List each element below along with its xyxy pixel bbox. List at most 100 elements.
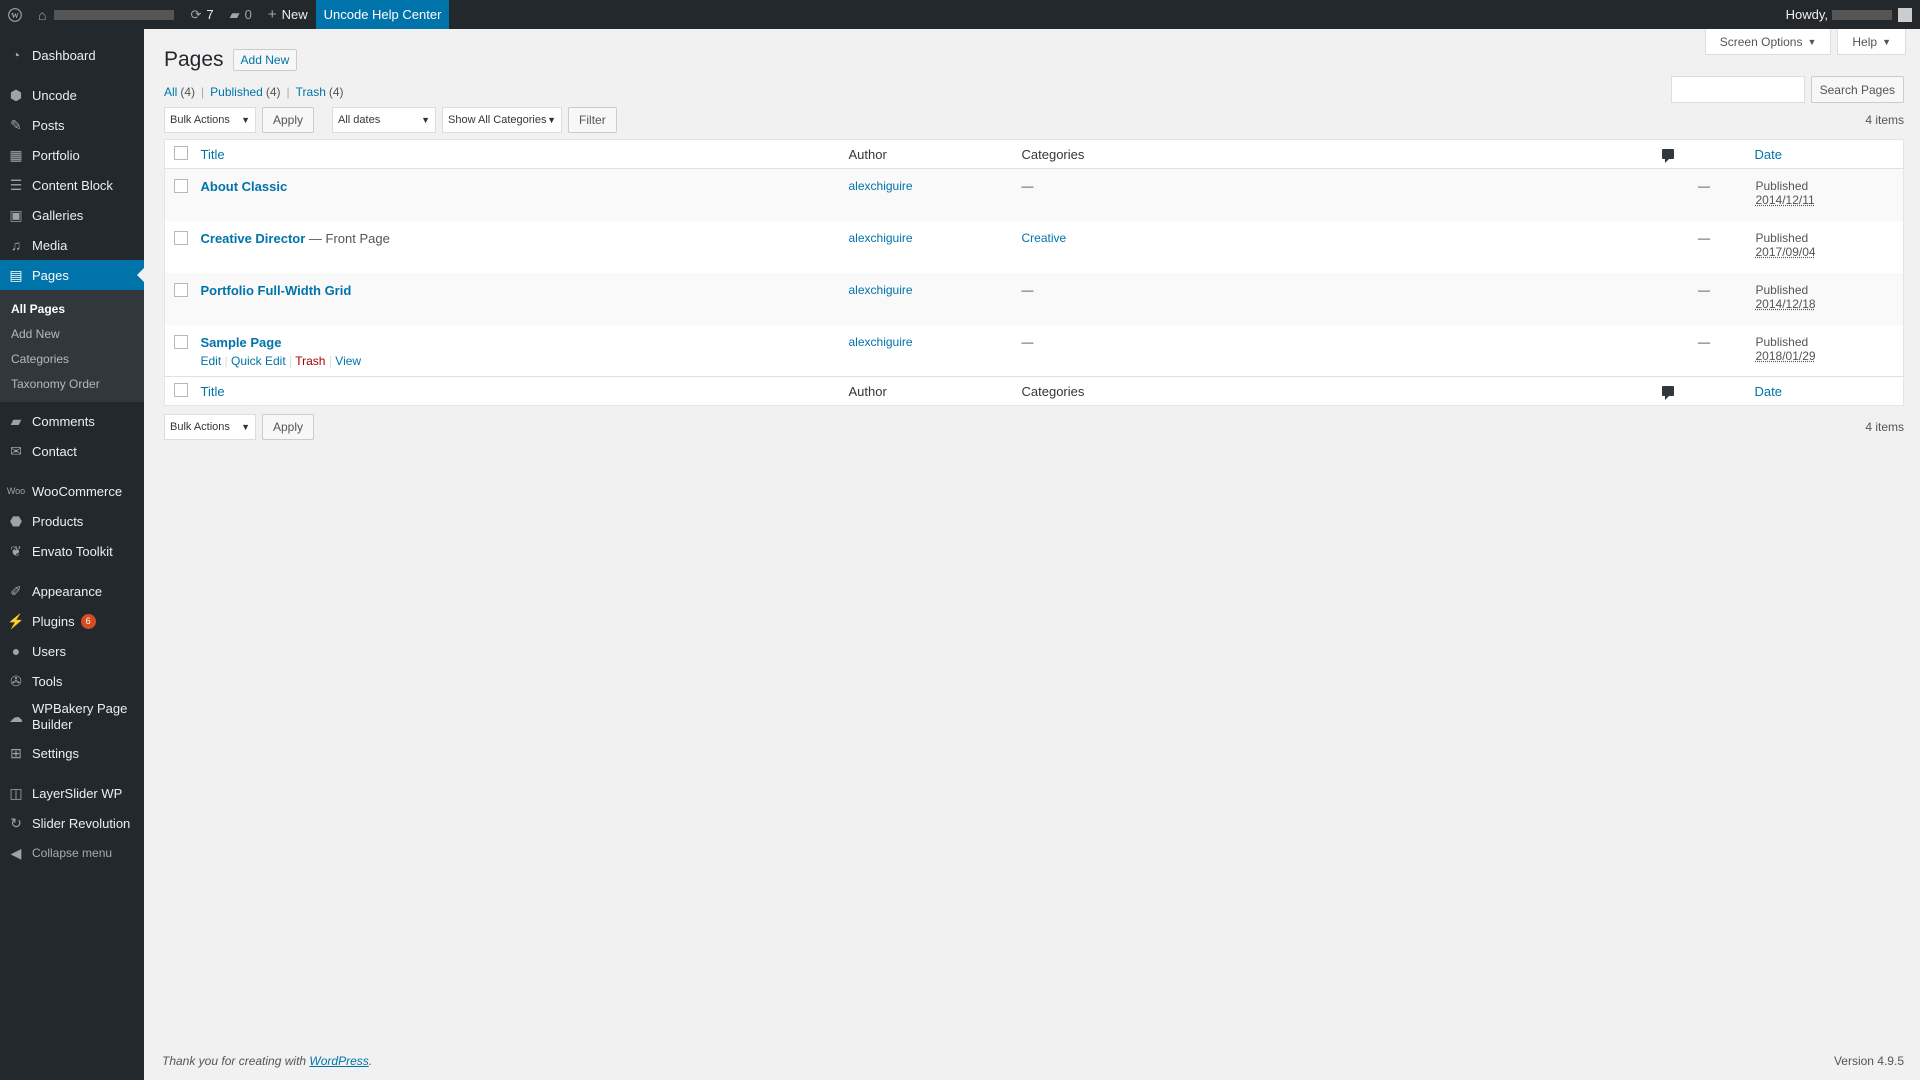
menu-pages[interactable]: ▤ Pages: [0, 260, 144, 290]
submenu-add-new[interactable]: Add New: [0, 321, 144, 346]
column-comments[interactable]: [1661, 376, 1747, 406]
add-new-page-button[interactable]: Add New: [232, 49, 298, 71]
column-date[interactable]: Date: [1746, 376, 1904, 406]
site-name-link[interactable]: ⌂: [30, 0, 182, 29]
column-title-label[interactable]: Title: [201, 147, 225, 162]
date-filter-select[interactable]: All dates ▼: [332, 107, 437, 133]
menu-posts[interactable]: ✎ Posts: [0, 110, 144, 140]
home-icon: ⌂: [38, 6, 47, 23]
wordpress-logo-icon[interactable]: W: [0, 0, 30, 29]
updates-link[interactable]: ⟳ 7: [182, 0, 221, 29]
menu-media[interactable]: ♫ Media: [0, 230, 144, 260]
menu-appearance[interactable]: ✐ Appearance: [0, 576, 144, 606]
comments-value: —: [1698, 230, 1710, 245]
comments-link[interactable]: ▰ 0: [222, 0, 260, 29]
bulk-actions-select[interactable]: Bulk Actions ▼: [164, 107, 256, 133]
menu-galleries[interactable]: ▣ Galleries: [0, 200, 144, 230]
submenu-categories[interactable]: Categories: [0, 346, 144, 371]
status-filter-links: All (4) | Published (4) | Trash (4): [164, 83, 1904, 101]
filter-trash[interactable]: Trash: [296, 85, 326, 99]
title-cell: Sample Page Edit | Quick Edit | Trash | …: [201, 325, 849, 377]
submenu-all-pages[interactable]: All Pages: [0, 296, 144, 321]
menu-envato-toolkit[interactable]: ❦ Envato Toolkit: [0, 536, 144, 566]
select-all-checkbox[interactable]: [174, 145, 188, 160]
filter-button[interactable]: Filter: [568, 107, 617, 133]
pages-icon: ▤: [9, 266, 23, 283]
footer-version: Version 4.9.5: [1833, 1054, 1904, 1068]
quick-edit-link[interactable]: Quick Edit: [231, 354, 286, 368]
menu-comments[interactable]: ▰ Comments: [0, 406, 144, 436]
author-link[interactable]: alexchiguire: [849, 335, 913, 349]
search-input[interactable]: [1670, 76, 1805, 103]
filter-all-count: (4): [180, 85, 196, 99]
column-title[interactable]: Title: [200, 139, 849, 169]
page-header: Pages Add New: [164, 48, 1904, 71]
author-link[interactable]: alexchiguire: [849, 283, 913, 297]
media-icon: ♫: [10, 237, 22, 253]
date-status: Published: [1755, 282, 1809, 297]
author-link[interactable]: alexchiguire: [849, 179, 913, 193]
edit-link[interactable]: Edit: [201, 354, 222, 368]
column-comments[interactable]: [1661, 139, 1747, 169]
row-checkbox[interactable]: [174, 282, 188, 297]
dashboard-icon: ◔: [11, 47, 21, 63]
menu-plugins[interactable]: ⚡ Plugins 6: [0, 606, 144, 636]
menu-content-block[interactable]: ☰ Content Block: [0, 170, 144, 200]
page-title-link[interactable]: Portfolio Full-Width Grid: [201, 283, 352, 298]
wpbakery-icon: ☁: [9, 709, 23, 725]
column-date-label[interactable]: Date: [1755, 147, 1782, 162]
menu-contact[interactable]: ✉ Contact: [0, 436, 144, 466]
comment-bubble-icon: ▰: [229, 6, 240, 22]
view-link[interactable]: View: [335, 354, 361, 368]
menu-tools[interactable]: ✇ Tools: [0, 666, 144, 696]
author-cell: alexchiguire: [849, 221, 1022, 273]
apply-button[interactable]: Apply: [262, 414, 315, 440]
trash-link[interactable]: Trash: [295, 354, 325, 368]
page-title-link[interactable]: About Classic: [201, 179, 288, 194]
menu-layerslider[interactable]: ◫ LayerSlider WP: [0, 778, 144, 808]
column-title[interactable]: Title: [200, 376, 849, 406]
column-date[interactable]: Date: [1746, 139, 1904, 169]
date-cell: Published 2018/01/29: [1747, 325, 1904, 377]
submenu-taxonomy-order[interactable]: Taxonomy Order: [0, 371, 144, 396]
new-content-link[interactable]: + New: [260, 0, 316, 29]
row-checkbox[interactable]: [174, 334, 188, 349]
column-title-label[interactable]: Title: [201, 384, 225, 399]
author-link[interactable]: alexchiguire: [849, 231, 913, 245]
admin-footer: Thank you for creating with WordPress. V…: [162, 1054, 1904, 1068]
screen-options-button[interactable]: Screen Options ▼: [1704, 29, 1832, 55]
row-checkbox[interactable]: [174, 230, 188, 245]
apply-button[interactable]: Apply: [262, 107, 315, 133]
page-title-link[interactable]: Sample Page: [201, 335, 282, 350]
wordpress-link[interactable]: WordPress: [309, 1054, 368, 1068]
search-pages-button[interactable]: Search Pages: [1810, 76, 1904, 103]
table-header-row: Title Author Categories Date: [164, 139, 1904, 169]
brush-icon: ✐: [10, 582, 22, 599]
select-all-checkbox[interactable]: [174, 382, 188, 397]
help-center-link[interactable]: Uncode Help Center: [315, 0, 450, 29]
filter-published[interactable]: Published: [210, 85, 263, 99]
row-checkbox[interactable]: [174, 179, 188, 193]
category-filter-select[interactable]: Show All Categories ▼: [442, 107, 563, 133]
bulk-actions-select[interactable]: Bulk Actions ▼: [164, 414, 256, 440]
menu-woocommerce[interactable]: Woo WooCommerce: [0, 476, 144, 506]
menu-slider-revolution[interactable]: ↻ Slider Revolution: [0, 808, 144, 838]
menu-settings[interactable]: ⊞ Settings: [0, 738, 144, 768]
menu-dashboard[interactable]: ◔ Dashboard: [0, 40, 144, 70]
date-cell: Published 2017/09/04: [1747, 221, 1904, 273]
caret-down-icon: ▼: [1807, 36, 1817, 47]
help-button[interactable]: Help ▼: [1837, 29, 1906, 55]
page-title-link[interactable]: Creative Director: [201, 231, 306, 246]
menu-users[interactable]: ● Users: [0, 636, 144, 666]
menu-collapse[interactable]: ◀ Collapse menu: [0, 838, 144, 868]
menu-wpbakery[interactable]: ☁ WPBakery Page Builder: [0, 696, 144, 738]
column-date-label[interactable]: Date: [1755, 384, 1782, 399]
filter-all[interactable]: All: [164, 85, 177, 99]
my-account-link[interactable]: Howdy,: [1778, 0, 1920, 29]
category-link[interactable]: Creative: [1022, 231, 1067, 245]
menu-uncode[interactable]: ⬢ Uncode: [0, 80, 144, 110]
users-icon: ●: [11, 643, 21, 659]
menu-portfolio[interactable]: ▦ Portfolio: [0, 140, 144, 170]
menu-products[interactable]: ⬣ Products: [0, 506, 144, 536]
comments-value: —: [1698, 179, 1710, 193]
